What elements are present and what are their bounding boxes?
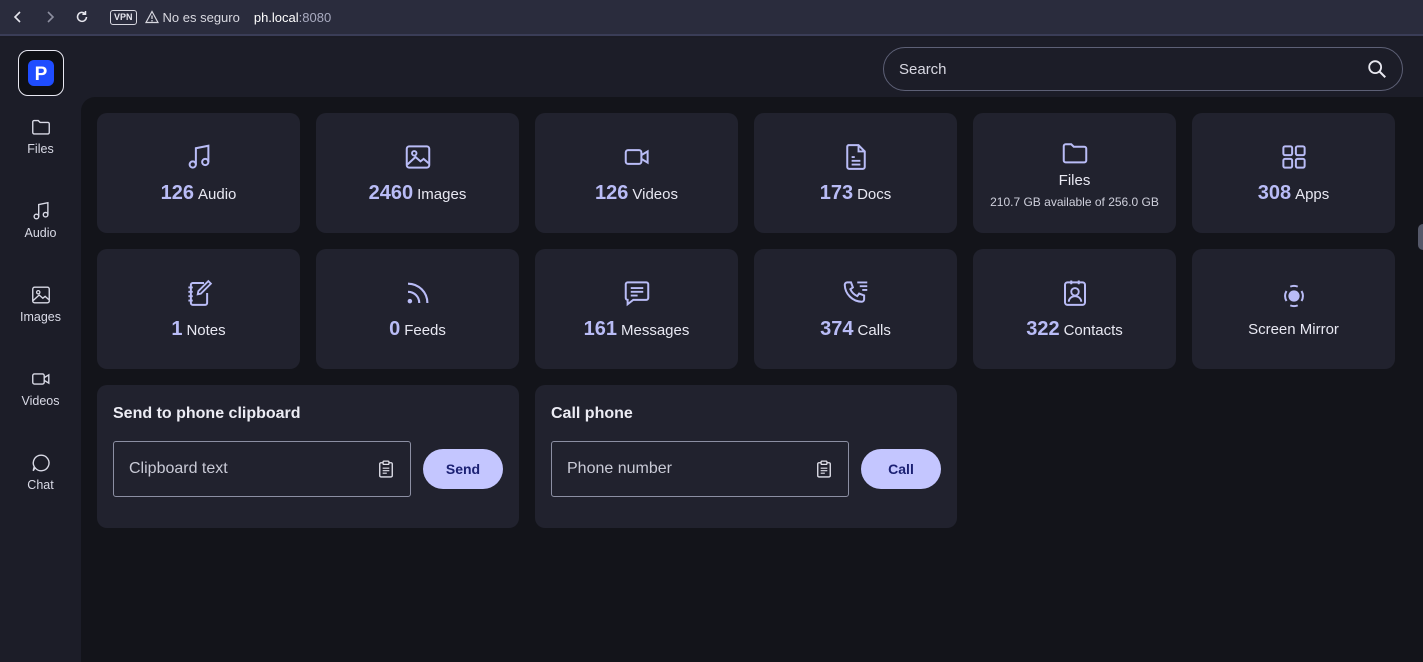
card-files[interactable]: Files 210.7 GB available of 256.0 GB — [973, 113, 1176, 233]
security-text: No es seguro — [162, 9, 240, 25]
card-count: 173 — [819, 181, 854, 204]
apps-grid-icon — [1281, 144, 1306, 169]
address-bar[interactable]: ph.local:8080 — [254, 10, 331, 25]
image-icon — [31, 286, 50, 304]
logo-icon: P — [28, 60, 54, 86]
sidebar-item-images[interactable]: Images — [0, 274, 81, 334]
video-icon — [624, 148, 649, 165]
rss-icon — [407, 282, 428, 303]
chevron-right-icon — [47, 11, 55, 23]
card-docs[interactable]: 173 Docs — [754, 113, 957, 233]
card-calls[interactable]: 374 Calls — [754, 249, 957, 369]
storage-info: 210.7 GB available of 256.0 GB — [990, 194, 1159, 209]
sidebar: P Files Audio Images Videos Chat — [0, 38, 81, 662]
card-count: 1 — [171, 317, 183, 340]
svg-text:P: P — [35, 64, 48, 85]
sidebar-item-videos[interactable]: Videos — [0, 358, 81, 418]
reload-icon — [76, 11, 88, 23]
card-count: 374 — [820, 317, 854, 340]
back-button[interactable] — [2, 0, 34, 35]
security-indicator[interactable]: No es seguro — [144, 9, 240, 25]
forward-button[interactable] — [34, 0, 66, 35]
card-count: 0 — [389, 317, 401, 340]
phone-field[interactable] — [551, 441, 849, 497]
notebook-icon — [187, 279, 212, 306]
sidebar-item-label: Images — [20, 310, 61, 324]
sidebar-item-audio[interactable]: Audio — [0, 190, 81, 250]
url-port: :8080 — [298, 9, 332, 25]
card-label: Messages — [621, 321, 690, 339]
card-label: Feeds — [404, 321, 446, 339]
url-host: ph.local — [253, 9, 299, 25]
sidebar-item-label: Files — [27, 142, 54, 156]
card-count: 308 — [1257, 181, 1292, 204]
card-label: Images — [417, 185, 467, 203]
card-count: 322 — [1026, 317, 1060, 340]
card-label: Calls — [857, 321, 891, 339]
card-label: Videos — [632, 185, 678, 203]
card-screen-mirror[interactable]: Screen Mirror — [1192, 249, 1395, 369]
phone-input[interactable] — [567, 460, 814, 478]
folder-icon — [1062, 142, 1087, 163]
call-panel: Call phone Call — [535, 385, 957, 528]
clipboard-input[interactable] — [129, 460, 376, 478]
sidebar-item-label: Chat — [27, 478, 54, 492]
card-count: 126 — [160, 181, 194, 204]
scrollbar-handle[interactable] — [1418, 224, 1423, 250]
music-icon — [188, 144, 209, 169]
card-count: 126 — [595, 181, 629, 204]
clipboard-title: Send to phone clipboard — [113, 405, 301, 422]
clipboard-icon[interactable] — [814, 459, 834, 479]
music-icon — [32, 201, 49, 220]
card-videos[interactable]: 126 Videos — [535, 113, 738, 233]
card-label: Apps — [1295, 185, 1330, 203]
sidebar-item-chat[interactable]: Chat — [0, 442, 81, 502]
send-button[interactable]: Send — [423, 449, 503, 489]
video-icon — [31, 373, 49, 385]
folder-icon — [31, 119, 50, 135]
app-logo[interactable]: P — [18, 50, 64, 96]
card-apps[interactable]: 308 Apps — [1192, 113, 1395, 233]
phone-list-icon — [843, 280, 867, 303]
search-input[interactable] — [899, 60, 1366, 78]
search-box[interactable] — [883, 47, 1403, 91]
sidebar-item-label: Videos — [21, 394, 60, 408]
app-window: P Files Audio Images Videos Chat Search … — [0, 38, 1423, 662]
card-count: 161 — [583, 317, 617, 340]
clipboard-field[interactable] — [113, 441, 411, 497]
sidebar-item-files[interactable]: Files — [0, 106, 81, 166]
document-icon — [845, 143, 866, 170]
warning-icon — [144, 10, 159, 24]
card-contacts[interactable]: 322 Contacts — [973, 249, 1176, 369]
card-label: Notes — [186, 321, 226, 339]
card-feeds[interactable]: 0 Feeds — [316, 249, 519, 369]
vpn-badge[interactable]: VPN — [110, 9, 137, 25]
search-icon[interactable] — [1366, 58, 1388, 80]
clipboard-panel: Send to phone clipboard Send — [97, 385, 519, 528]
message-icon — [624, 280, 649, 306]
clipboard-icon[interactable] — [376, 459, 396, 479]
main-content: 126 Audio 2460 Images 126 Videos 173 Docs Fi… — [81, 97, 1423, 662]
reload-button[interactable] — [66, 0, 98, 35]
screen-mirror-icon — [1283, 284, 1304, 307]
card-label: Docs — [857, 185, 892, 203]
card-label: Contacts — [1063, 321, 1123, 339]
card-label: Files — [1058, 171, 1091, 189]
card-count: 2460 — [368, 181, 414, 204]
sidebar-item-label: Audio — [24, 226, 57, 240]
chat-icon — [32, 454, 50, 472]
card-label: Audio — [198, 185, 237, 203]
image-icon — [405, 144, 430, 169]
card-notes[interactable]: 1 Notes — [97, 249, 300, 369]
card-label: Screen Mirror — [1248, 320, 1339, 338]
card-images[interactable]: 2460 Images — [316, 113, 519, 233]
contact-icon — [1063, 280, 1086, 306]
call-title: Call phone — [551, 405, 633, 422]
card-messages[interactable]: 161 Messages — [535, 249, 738, 369]
chevron-left-icon — [13, 11, 21, 23]
browser-toolbar: VPN No es seguro ph.local:8080 — [0, 0, 1423, 36]
call-button[interactable]: Call — [861, 449, 941, 489]
card-audio[interactable]: 126 Audio — [97, 113, 300, 233]
